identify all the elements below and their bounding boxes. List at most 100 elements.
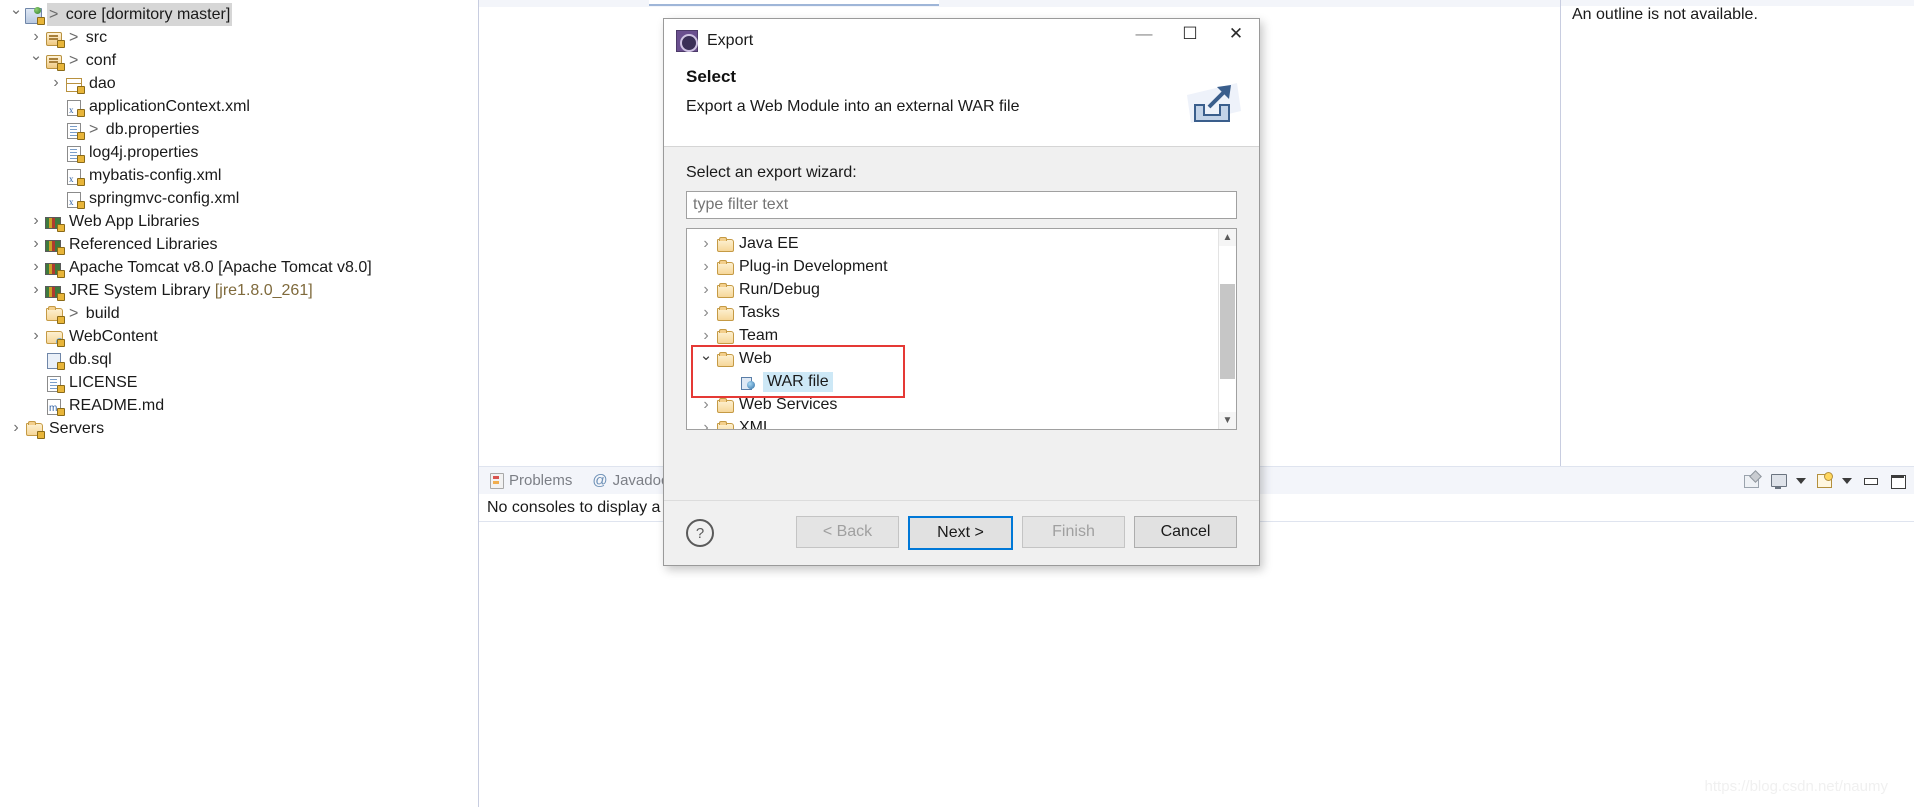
chevron-right-icon[interactable] [697, 258, 715, 276]
chevron-right-icon[interactable] [697, 304, 715, 322]
tree-item[interactable]: JRE System Library [jre1.8.0_261] [0, 279, 478, 302]
back-button[interactable]: < Back [796, 516, 899, 548]
chevron-down-icon[interactable] [1842, 477, 1852, 484]
tree-item[interactable]: mybatis-config.xml [0, 164, 478, 191]
dialog-title-bar: Export — ☐ ✕ [664, 19, 1259, 63]
finish-button[interactable]: Finish [1022, 516, 1125, 548]
export-dialog[interactable]: Export — ☐ ✕ Select Export a Web Module … [663, 18, 1260, 566]
close-button[interactable]: ✕ [1213, 19, 1259, 49]
wizard-tree-scrollbar[interactable]: ▲ ▼ [1218, 229, 1236, 429]
tree-item[interactable]: log4j.properties [0, 141, 478, 164]
tree-item[interactable]: > src [0, 26, 478, 49]
tree-item[interactable]: > db.properties [0, 118, 478, 141]
editor-top-strip [479, 0, 1560, 7]
tree-item-text: core [dormitory master] [65, 6, 231, 23]
war-file-icon [739, 374, 759, 390]
chevron-down-icon[interactable] [697, 350, 715, 368]
xml-file-icon [64, 190, 85, 214]
tree-item-text: db.sql [69, 351, 112, 368]
minimize-button[interactable]: — [1121, 19, 1167, 49]
chevron-right-icon[interactable] [697, 281, 715, 299]
text-file-icon [44, 374, 65, 393]
tab-problems[interactable]: Problems [479, 467, 582, 494]
chevron-down-icon[interactable] [28, 48, 44, 73]
tree-item[interactable]: springmvc-config.xml [0, 187, 478, 214]
chevron-right-icon[interactable] [28, 232, 44, 257]
package-explorer-panel[interactable]: > core [dormitory master]> src> conf dao a… [0, 0, 479, 807]
tree-item[interactable]: WebContent [0, 325, 478, 348]
chevron-right-icon[interactable] [8, 416, 24, 441]
editor-tab-stub[interactable] [649, 0, 939, 6]
tree-item[interactable]: dao [0, 72, 478, 95]
scroll-down-arrow[interactable]: ▼ [1219, 412, 1236, 429]
chevron-right-icon[interactable] [48, 71, 64, 96]
tab-problems-label: Problems [509, 472, 573, 489]
tree-item[interactable]: Apache Tomcat v8.0 [Apache Tomcat v8.0] [0, 256, 478, 279]
tree-item[interactable]: LICENSE [0, 371, 478, 394]
chevron-right-icon[interactable] [697, 327, 715, 345]
terminate-icon[interactable] [1742, 472, 1760, 490]
wizard-tree[interactable]: Java EE Plug-in Development Run/Debug Tasks… [687, 229, 1219, 429]
tree-item[interactable]: > conf [0, 49, 478, 72]
library-icon [44, 282, 65, 301]
scrollbar-thumb[interactable] [1220, 284, 1235, 379]
chevron-right-icon[interactable] [697, 235, 715, 253]
wizard-tree-item-label: Web Services [739, 395, 838, 413]
minimize-icon[interactable] [1861, 472, 1879, 490]
wizard-tree-item[interactable]: Java EE [687, 232, 1219, 255]
wizard-tree-item[interactable]: Run/Debug [687, 278, 1219, 301]
project-tree[interactable]: > core [dormitory master]> src> conf dao a… [0, 0, 478, 440]
wizard-tree-container[interactable]: Java EE Plug-in Development Run/Debug Tasks… [686, 228, 1237, 430]
help-icon[interactable]: ? [686, 519, 714, 547]
watermark: https://blog.csdn.net/naumy [1704, 778, 1888, 795]
tree-item-label: LICENSE [67, 371, 139, 394]
chevron-right-icon[interactable] [28, 324, 44, 349]
wizard-tree-item-label: Plug-in Development [739, 257, 888, 275]
tree-item-text: log4j.properties [89, 144, 199, 161]
tree-item-label: > core [dormitory master] [47, 3, 233, 26]
tree-item[interactable]: db.sql [0, 348, 478, 371]
chevron-down-icon[interactable] [1796, 477, 1806, 484]
wizard-tree-item-label: Run/Debug [739, 280, 820, 298]
tree-item-label: JRE System Library [jre1.8.0_261] [67, 279, 315, 302]
chevron-right-icon[interactable] [28, 209, 44, 234]
folder-icon [44, 305, 65, 324]
dialog-footer: ? < Back Next > Finish Cancel [664, 500, 1259, 565]
chevron-right-icon[interactable] [697, 419, 715, 430]
tree-item[interactable]: Web App Libraries [0, 210, 478, 233]
tree-item[interactable]: > build [0, 302, 478, 325]
tree-item-label: Web App Libraries [67, 210, 201, 233]
maximize-button[interactable]: ☐ [1167, 19, 1213, 49]
maximize-icon[interactable] [1888, 472, 1906, 490]
open-console-icon[interactable] [1815, 471, 1833, 490]
dialog-body: Select an export wizard: Java EE Plug-in … [664, 147, 1259, 500]
wizard-tree-item[interactable]: Team [687, 324, 1219, 347]
chevron-right-icon[interactable] [697, 396, 715, 414]
chevron-right-icon[interactable] [28, 255, 44, 280]
next-button[interactable]: Next > [908, 516, 1013, 550]
filter-input[interactable] [686, 191, 1237, 219]
chevron-down-icon[interactable] [8, 2, 24, 27]
display-selected-console-icon[interactable] [1769, 472, 1787, 490]
dialog-header: Select Export a Web Module into an exter… [664, 63, 1259, 147]
wizard-tree-item[interactable]: Web [687, 347, 1219, 370]
cancel-button[interactable]: Cancel [1134, 516, 1237, 548]
chevron-right-icon[interactable] [28, 278, 44, 303]
wizard-tree-item[interactable]: WAR file [687, 370, 1219, 393]
wizard-tree-item[interactable]: XML [687, 416, 1219, 430]
tree-item[interactable]: README.md [0, 394, 478, 420]
tree-item[interactable]: Referenced Libraries [0, 233, 478, 256]
tree-item[interactable]: > core [dormitory master] [0, 3, 478, 26]
scroll-up-arrow[interactable]: ▲ [1219, 229, 1236, 246]
wizard-tree-item[interactable]: Web Services [687, 393, 1219, 416]
tree-item-label: > db.properties [87, 118, 201, 141]
wizard-tree-item[interactable]: Plug-in Development [687, 255, 1219, 278]
tree-item[interactable]: applicationContext.xml [0, 95, 478, 122]
tree-item-label: Apache Tomcat v8.0 [Apache Tomcat v8.0] [67, 256, 374, 279]
tree-item-label: > src [67, 26, 109, 49]
tree-item-label: Referenced Libraries [67, 233, 220, 256]
tree-item-text: dao [89, 75, 116, 92]
wizard-tree-item[interactable]: Tasks [687, 301, 1219, 324]
tree-item[interactable]: Servers [0, 417, 478, 440]
tree-item-label: mybatis-config.xml [87, 164, 223, 187]
